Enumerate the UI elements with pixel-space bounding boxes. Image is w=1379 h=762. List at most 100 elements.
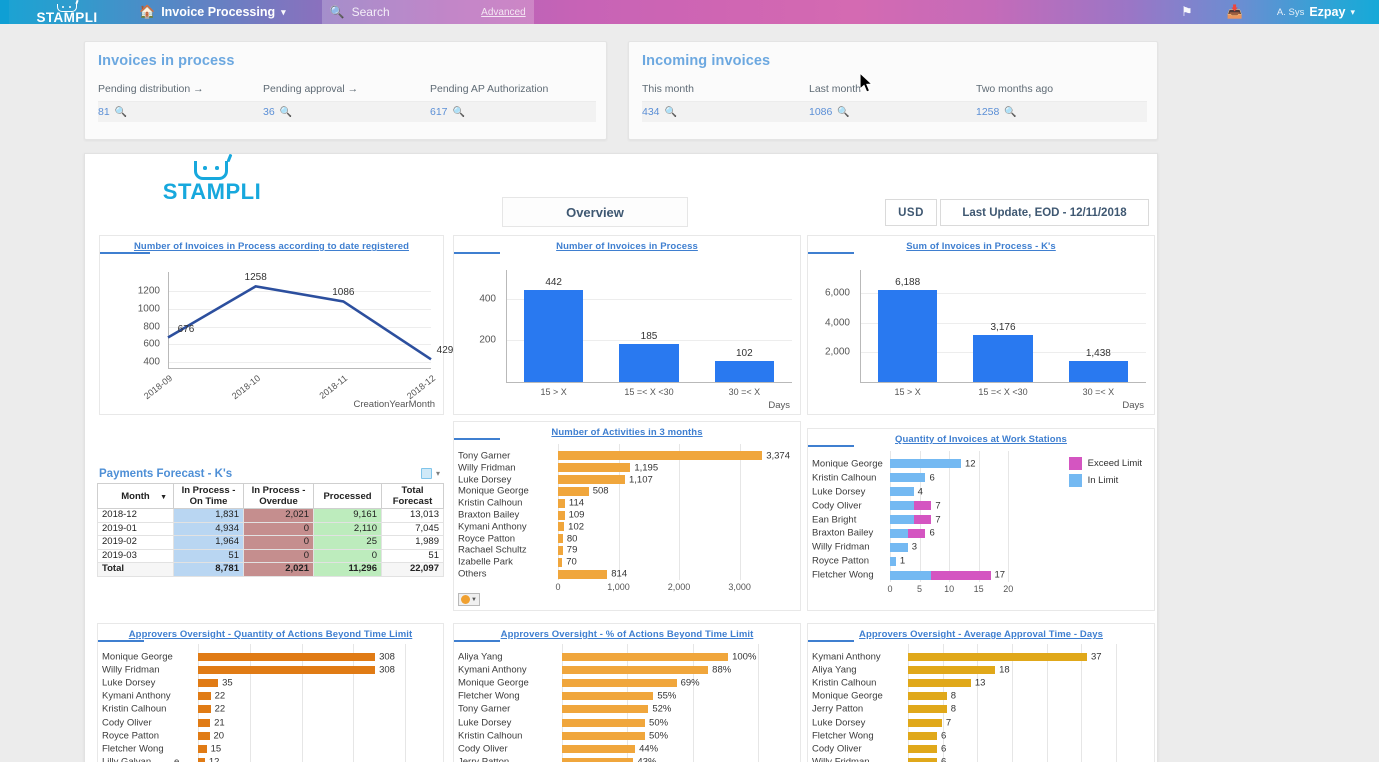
bar-category-label: Cody Oliver xyxy=(812,500,862,512)
table-row: 2019-02 1,964 0 25 1,989 xyxy=(97,535,444,550)
payments-forecast-table: Month ▼ In Process - On Time In Process … xyxy=(97,483,444,577)
bar-segment xyxy=(890,473,926,483)
bar xyxy=(524,290,584,382)
bar-value-label: 308 xyxy=(379,651,395,663)
y-axis-tick: 200 xyxy=(479,334,496,346)
search-placeholder: Search xyxy=(351,5,390,19)
bar-category-label: Willy Fridman xyxy=(102,664,160,676)
x-axis-tick: 0 xyxy=(887,584,893,594)
gridline xyxy=(1116,644,1117,762)
bar xyxy=(198,692,211,701)
column-header-month[interactable]: Month ▼ xyxy=(97,483,174,509)
bar-category-label: Monique George xyxy=(812,458,883,470)
search-icon[interactable]: 🔍 xyxy=(1004,107,1016,118)
gridline xyxy=(353,644,355,762)
bar-segment xyxy=(890,556,896,566)
legend-swatch-in-limit xyxy=(1068,474,1082,487)
flag-icon[interactable]: ⚑ xyxy=(1181,4,1193,20)
bar-value-label: 308 xyxy=(379,664,395,676)
column-header: Pending AP Authorization xyxy=(430,83,549,95)
x-axis-tick: 1,000 xyxy=(607,582,630,592)
legend-item: In Limit xyxy=(1068,474,1142,487)
bar-category-label: Aliya Yang xyxy=(458,651,503,663)
bar-value-label: 69% xyxy=(680,677,700,689)
bar xyxy=(558,463,631,473)
bar-value-label: 3 xyxy=(911,541,918,553)
bar xyxy=(908,679,971,687)
bar-value-label: 22 xyxy=(214,703,226,715)
card-value-item[interactable]: 434 🔍 xyxy=(642,106,809,118)
inbox-icon[interactable]: 📥 xyxy=(1227,4,1243,20)
cell-month: 2018-12 xyxy=(97,508,174,523)
bar xyxy=(1068,360,1128,382)
y-axis-tick: 4,000 xyxy=(824,317,850,329)
legend-label: In Limit xyxy=(1087,475,1119,486)
x-axis xyxy=(860,382,1146,383)
search-icon[interactable]: 🔍 xyxy=(115,107,127,118)
bar-segment xyxy=(890,487,914,497)
top-navigation-bar: STAMPLI 🏠 Invoice Processing ▾ 🔍 Search … xyxy=(0,0,1379,24)
dashboard-header: STAMPLI Overview USD Last Update, EOD - … xyxy=(85,153,1157,227)
sort-caret-icon[interactable]: ▼ xyxy=(160,492,167,503)
chart-approvers-avg-time: Approvers Oversight - Average Approval T… xyxy=(807,623,1155,762)
bar xyxy=(198,679,219,687)
extra-marker-label: e xyxy=(174,757,179,762)
search-icon[interactable]: 🔍 xyxy=(665,107,677,118)
bar-segment xyxy=(890,515,914,524)
bar-category-label: Kymani Anthony xyxy=(812,651,881,663)
tab-overview[interactable]: Overview xyxy=(502,197,688,227)
bar-value-label: 6 xyxy=(941,757,946,762)
table-row: 2019-01 4,934 0 2,110 7,045 xyxy=(97,521,444,536)
search-icon[interactable]: 🔍 xyxy=(453,107,465,118)
bar-category-label: Luke Dorsey xyxy=(812,717,866,729)
bar-category-label: Kristin Calhoun xyxy=(812,677,877,689)
currency-button[interactable]: USD xyxy=(885,199,937,226)
card-value-item[interactable]: 36 🔍 xyxy=(263,106,430,118)
bar-category-label: Willy Fridman xyxy=(812,541,870,553)
map-options-icon[interactable]: ▼ xyxy=(458,593,480,606)
card-value-item[interactable]: 1086 🔍 xyxy=(809,106,976,118)
bar-value-label: 44% xyxy=(639,743,659,755)
gridline xyxy=(249,644,251,762)
bar-value-label: 109 xyxy=(568,509,585,521)
column-header: Two months ago xyxy=(976,83,1054,95)
card-value-item[interactable]: 617 🔍 xyxy=(430,106,465,118)
search-icon[interactable]: 🔍 xyxy=(280,107,292,118)
x-axis-tick: 2,000 xyxy=(667,582,691,592)
expand-icon[interactable] xyxy=(420,468,432,479)
advanced-search-link[interactable]: Advanced xyxy=(481,7,525,18)
stampli-wordmark: STAMPLI xyxy=(162,179,262,204)
stampli-cart-icon xyxy=(194,153,233,180)
bar-category-label: Others xyxy=(458,568,487,580)
bar-value-label: 7 xyxy=(945,717,952,729)
bar-value-label: 102 xyxy=(735,347,753,359)
chart-title: Approvers Oversight - Quantity of Action… xyxy=(128,629,413,640)
bar xyxy=(558,522,565,532)
column-header-on-time: In Process - On Time xyxy=(173,483,244,509)
gridline xyxy=(1046,644,1048,762)
chart-title: Sum of Invoices in Process - K's xyxy=(906,241,1056,252)
bar-category-label: Lilly Galvan xyxy=(102,757,194,762)
nav-invoice-processing[interactable]: 🏠 Invoice Processing ▾ xyxy=(139,4,286,20)
table-toolbar[interactable]: ▾ xyxy=(420,468,440,479)
bar-category-label: Royce Patton xyxy=(102,730,160,742)
column-header: Pending distribution → xyxy=(98,83,204,95)
bar-value-label: 1,438 xyxy=(1085,347,1111,359)
search-input[interactable]: 🔍 Search Advanced xyxy=(321,0,534,24)
home-icon: 🏠 xyxy=(139,4,156,19)
bar xyxy=(562,758,634,762)
cell-value: 51 xyxy=(173,548,244,563)
card-value-item[interactable]: 1258 🔍 xyxy=(976,106,1017,118)
bar-category-label: Luke Dorsey xyxy=(102,677,156,689)
search-icon[interactable]: 🔍 xyxy=(837,107,849,118)
stampli-logo-header[interactable]: STAMPLI xyxy=(23,0,111,24)
user-menu[interactable]: A. Sys Ezpay ▾ xyxy=(1277,5,1355,19)
stampli-logo-dashboard: STAMPLI xyxy=(157,153,267,204)
chevron-down-icon[interactable]: ▾ xyxy=(436,469,440,478)
bar-category-label: Monique George xyxy=(458,677,529,689)
card-value-item[interactable]: 81 🔍 xyxy=(98,106,263,118)
horizontal-bar-plot: Kymani Anthony 37 Aliya Yang 18 Kristin Calh… xyxy=(808,644,1154,762)
y-axis xyxy=(860,270,861,382)
chart-title: Number of Invoices in Process xyxy=(556,241,698,252)
search-icon: 🔍 xyxy=(329,5,345,19)
